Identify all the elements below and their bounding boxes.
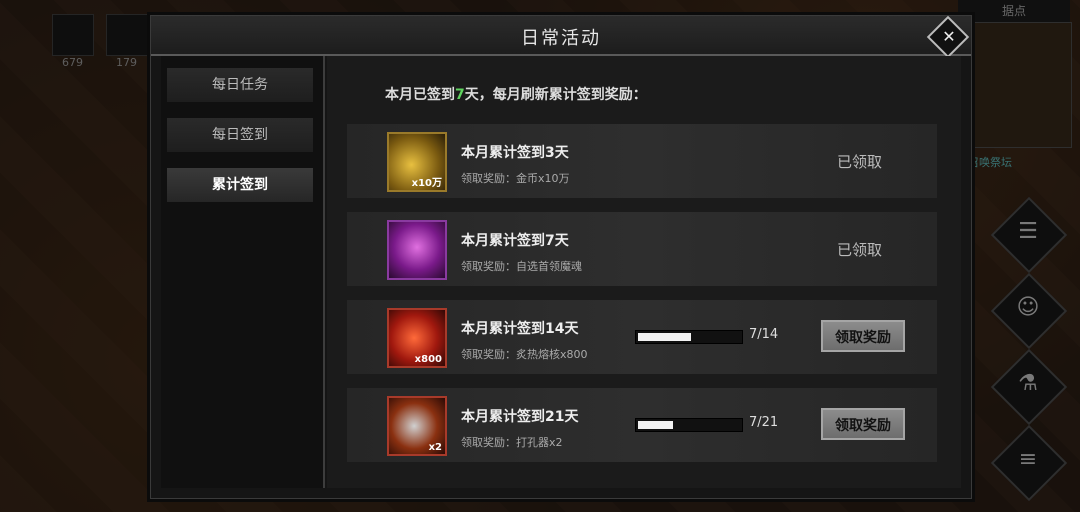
dialog-title: 日常活动	[521, 28, 601, 49]
summary-prefix: 本月已签到	[385, 87, 455, 103]
boss-soul-icon	[387, 220, 447, 280]
gold-coins-icon: x10万	[387, 132, 447, 192]
progress-bar	[635, 330, 743, 344]
progress-bar	[635, 418, 743, 432]
progress-fill	[638, 333, 691, 341]
daily-activity-dialog: 日常活动 ✕ 每日任务 每日签到 累计签到 本月已签到7天，每月刷新累计签到奖励…	[150, 15, 972, 499]
reward-row: 本月累计签到7天 领取奖励：自选首领魔魂 已领取	[347, 212, 937, 286]
progress-text: 7/21	[749, 415, 779, 430]
reward-title: 本月累计签到7天	[461, 233, 569, 249]
drill-icon: x2	[387, 396, 447, 456]
checkin-summary: 本月已签到7天，每月刷新累计签到奖励：	[385, 84, 647, 104]
reward-title: 本月累计签到21天	[461, 409, 579, 425]
reward-row: x2 本月累计签到21天 领取奖励：打孔器x2 7/21 领取奖励	[347, 388, 937, 462]
reward-quantity: x2	[428, 442, 442, 453]
reward-title: 本月累计签到14天	[461, 321, 579, 337]
reward-quantity: x10万	[411, 178, 442, 189]
close-icon[interactable]: ✕	[934, 22, 964, 52]
claim-reward-button[interactable]: 领取奖励	[821, 408, 905, 440]
summary-suffix: 天，每月刷新累计签到奖励：	[464, 87, 647, 103]
tab-cumulative-checkin[interactable]: 累计签到	[167, 168, 313, 202]
content-panel: 本月已签到7天，每月刷新累计签到奖励： x10万 本月累计签到3天 领取奖励：金…	[327, 56, 961, 488]
claim-reward-button[interactable]: 领取奖励	[821, 320, 905, 352]
progress-fill	[638, 421, 674, 429]
tab-daily-checkin[interactable]: 每日签到	[167, 118, 313, 152]
claimed-status: 已领取	[837, 153, 883, 171]
claimed-status: 已领取	[837, 241, 883, 259]
reward-row: x10万 本月累计签到3天 领取奖励：金币x10万 已领取	[347, 124, 937, 198]
reward-title: 本月累计签到3天	[461, 145, 569, 161]
progress-text: 7/14	[749, 327, 779, 342]
fire-core-icon: x800	[387, 308, 447, 368]
reward-description: 领取奖励：打孔器x2	[461, 436, 563, 449]
summary-days: 7	[455, 87, 465, 103]
sidebar: 每日任务 每日签到 累计签到	[161, 56, 325, 488]
dialog-header: 日常活动 ✕	[151, 15, 971, 59]
reward-description: 领取奖励：自选首领魔魂	[461, 260, 582, 273]
tab-daily-tasks[interactable]: 每日任务	[167, 68, 313, 102]
reward-description: 领取奖励：炙热熔核x800	[461, 348, 588, 361]
reward-description: 领取奖励：金币x10万	[461, 172, 570, 185]
reward-row: x800 本月累计签到14天 领取奖励：炙热熔核x800 7/14 领取奖励	[347, 300, 937, 374]
reward-quantity: x800	[414, 354, 442, 365]
